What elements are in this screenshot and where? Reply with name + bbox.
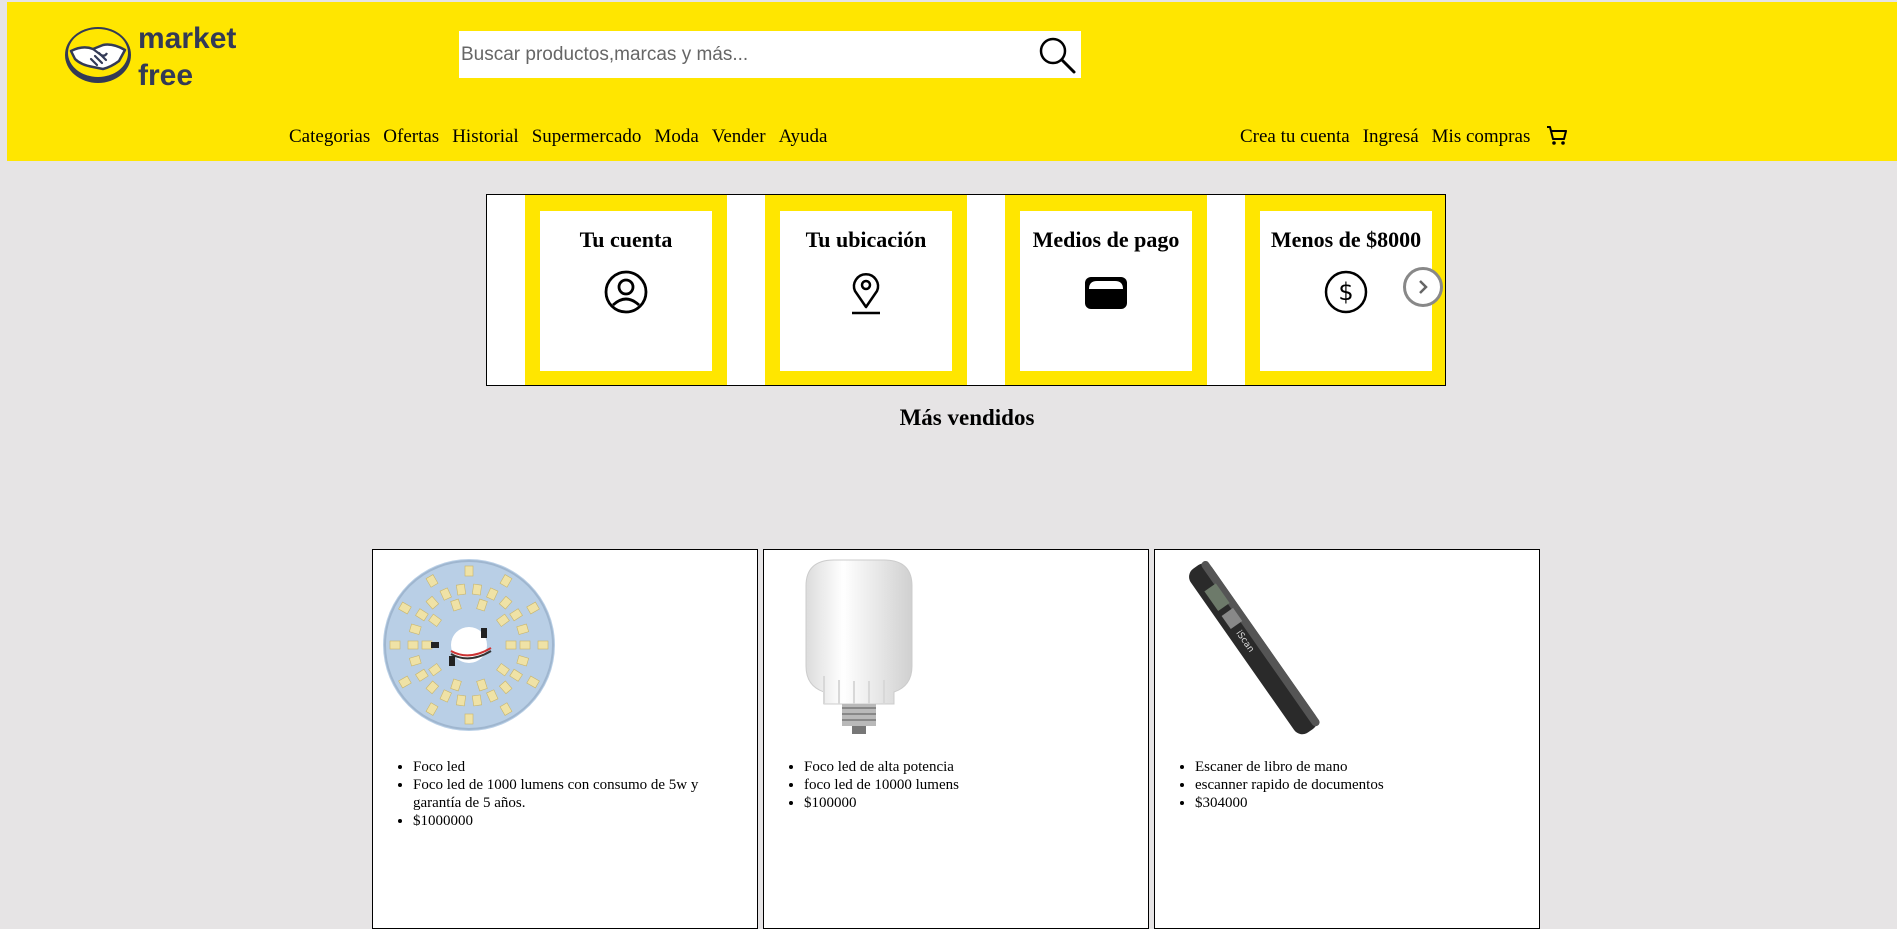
location-pin-icon — [852, 273, 880, 315]
product-card[interactable]: Foco led de alta potencia foco led de 10… — [763, 549, 1149, 929]
section-title: Más vendidos — [899, 405, 1035, 430]
user-circle-icon — [604, 270, 648, 314]
cart-icon[interactable] — [1545, 124, 1569, 148]
card-medios-pago[interactable]: Medios de pago — [1005, 195, 1207, 385]
dollar-circle-icon: $ — [1324, 270, 1368, 314]
search-input[interactable] — [459, 31, 1019, 78]
account-nav: Crea tu cuenta Ingresá Mis compras — [1240, 126, 1569, 148]
search-bar — [459, 31, 1081, 78]
search-icon — [1039, 37, 1076, 74]
nav-ofertas[interactable]: Ofertas — [383, 126, 439, 148]
nav-moda[interactable]: Moda — [654, 126, 698, 148]
card-title: Tu cuenta — [579, 227, 673, 252]
product-card[interactable]: Foco led Foco led de 1000 lumens con con… — [372, 549, 758, 929]
svg-text:$: $ — [1338, 278, 1353, 306]
card-tu-ubicacion[interactable]: Tu ubicación — [765, 195, 967, 385]
nav-vender[interactable]: Vender — [712, 126, 766, 148]
card-title: Medios de pago — [1032, 227, 1180, 252]
nav-historial[interactable]: Historial — [452, 126, 519, 148]
product-description: escanner rapido de documentos — [1195, 776, 1535, 794]
nav-categorias[interactable]: Categorias — [289, 126, 370, 148]
led-bulb-image — [805, 559, 913, 734]
search-button[interactable] — [1037, 35, 1077, 75]
product-details: Foco led Foco led de 1000 lumens con con… — [373, 758, 753, 830]
carousel-next-button[interactable] — [1403, 267, 1443, 307]
nav-ayuda[interactable]: Ayuda — [779, 126, 828, 148]
logo[interactable]: market free — [63, 20, 263, 92]
product-price: $100000 — [804, 794, 1144, 812]
product-card[interactable]: iScan Escaner de libro de mano escanner … — [1154, 549, 1540, 929]
product-description: foco led de 10000 lumens — [804, 776, 1144, 794]
wallet-icon — [1085, 277, 1127, 309]
card-title: Menos de $8000 — [1270, 227, 1422, 252]
handshake-logo-icon — [65, 27, 131, 83]
product-price: $1000000 — [413, 812, 753, 830]
nav-crea-cuenta[interactable]: Crea tu cuenta — [1240, 126, 1350, 148]
led-plate-image — [383, 559, 555, 731]
main-nav: Categorias Ofertas Historial Supermercad… — [289, 126, 840, 148]
nav-supermercado[interactable]: Supermercado — [532, 126, 642, 148]
logo-text: market free — [138, 22, 237, 92]
product-name: Foco led de alta potencia — [804, 758, 1144, 776]
card-tu-cuenta[interactable]: Tu cuenta — [525, 195, 727, 385]
product-name: Escaner de libro de mano — [1195, 758, 1535, 776]
nav-mis-compras[interactable]: Mis compras — [1432, 126, 1531, 148]
nav-ingresa[interactable]: Ingresá — [1363, 126, 1419, 148]
product-description: Foco led de 1000 lumens con consumo de 5… — [413, 776, 753, 812]
handheld-scanner-image: iScan — [1189, 561, 1320, 735]
card-title: Tu ubicación — [805, 227, 927, 252]
product-name: Foco led — [413, 758, 753, 776]
site-header: market free Categorias Ofertas Historial… — [7, 2, 1897, 161]
product-price: $304000 — [1195, 794, 1535, 812]
chevron-right-icon — [1419, 280, 1428, 294]
shortcut-carousel: Tu cuenta Tu ubicación Medios de pago Me… — [486, 194, 1446, 386]
product-details: Foco led de alta potencia foco led de 10… — [764, 758, 1144, 812]
product-details: Escaner de libro de mano escanner rapido… — [1155, 758, 1535, 812]
